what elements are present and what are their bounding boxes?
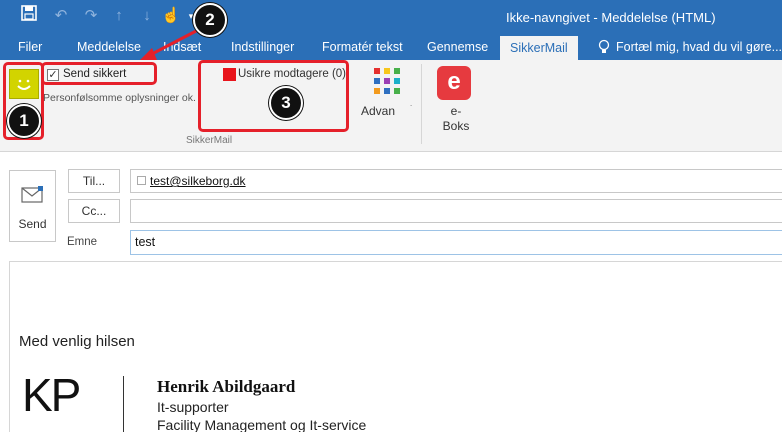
tab-insert[interactable]: Indsæt: [161, 35, 203, 60]
ribbon-group-label: SikkerMail: [186, 135, 233, 146]
eboks-icon[interactable]: e: [437, 66, 471, 100]
recipient-checkbox: [137, 176, 146, 185]
save-icon[interactable]: [18, 5, 40, 27]
window-title: Ikke-navngivet - Meddelelse (HTML): [506, 10, 716, 25]
body-top-border: [9, 261, 782, 262]
subject-field[interactable]: [130, 230, 782, 255]
redo-icon[interactable]: ↷: [80, 5, 102, 27]
eboks-button-label[interactable]: e- Boks: [440, 104, 472, 134]
tab-format-text[interactable]: Formatér tekst: [320, 35, 405, 60]
tab-sikkermail[interactable]: SikkerMail: [500, 36, 578, 61]
greeting-text[interactable]: Med venlig hilsen: [19, 333, 135, 350]
cc-button[interactable]: Cc...: [68, 199, 120, 223]
tab-options[interactable]: Indstillinger: [229, 35, 296, 60]
compose-area: [0, 153, 782, 432]
signature-divider: [123, 376, 124, 432]
annotation-badge-2: 2: [193, 3, 227, 37]
annotation-badge-3: 3: [269, 86, 303, 120]
undo-icon[interactable]: ↶: [50, 5, 72, 27]
annotation-box-2: [41, 62, 157, 85]
send-button[interactable]: Send: [9, 170, 56, 242]
subject-value[interactable]: test: [135, 235, 155, 249]
tab-review[interactable]: Gennemse: [425, 35, 490, 60]
ribbon-tabs: Filer Meddelelse Indsæt Indstillinger Fo…: [0, 35, 782, 61]
advanced-button-label[interactable]: Advan: [361, 104, 395, 118]
eboks-label-line2: Boks: [442, 119, 470, 133]
tab-message[interactable]: Meddelelse: [75, 35, 143, 60]
to-recipient[interactable]: test@silkeborg.dk: [150, 174, 246, 188]
subject-label: Emne: [67, 236, 98, 248]
body-left-border: [9, 261, 10, 432]
cc-field[interactable]: [130, 199, 782, 223]
annotation-badge-1: 1: [7, 104, 41, 138]
eboks-label-line1: e-: [450, 104, 462, 118]
sensitive-info-label: Personfølsomme oplysninger ok.: [43, 92, 196, 104]
tell-me-search[interactable]: Fortæl mig, hvad du vil gøre...: [614, 35, 782, 60]
signature-department: Facility Management og It-service: [157, 417, 367, 432]
down-arrow-icon[interactable]: ↓: [136, 5, 158, 27]
envelope-icon: [21, 186, 43, 203]
up-arrow-icon[interactable]: ↑: [108, 5, 130, 27]
lightbulb-icon: [598, 39, 610, 53]
title-bar: ↶ ↷ ↑ ↓ ☝ ▾ Ikke-navngivet - Meddelelse …: [0, 0, 782, 35]
outlook-compose-window: ↶ ↷ ↑ ↓ ☝ ▾ Ikke-navngivet - Meddelelse …: [0, 0, 782, 432]
advanced-dropdown-icon[interactable]: ˙: [410, 104, 413, 114]
ribbon-separator: [421, 64, 422, 144]
send-label: Send: [18, 217, 47, 231]
signature-role: It-supporter: [157, 399, 229, 415]
touch-mode-icon[interactable]: ☝: [160, 5, 182, 27]
tab-file[interactable]: Filer: [16, 35, 44, 60]
kp-logo: KP: [22, 369, 81, 421]
signature-name: Henrik Abildgaard: [157, 377, 296, 396]
advanced-grid-icon[interactable]: [372, 66, 402, 96]
to-button[interactable]: Til...: [68, 169, 120, 193]
